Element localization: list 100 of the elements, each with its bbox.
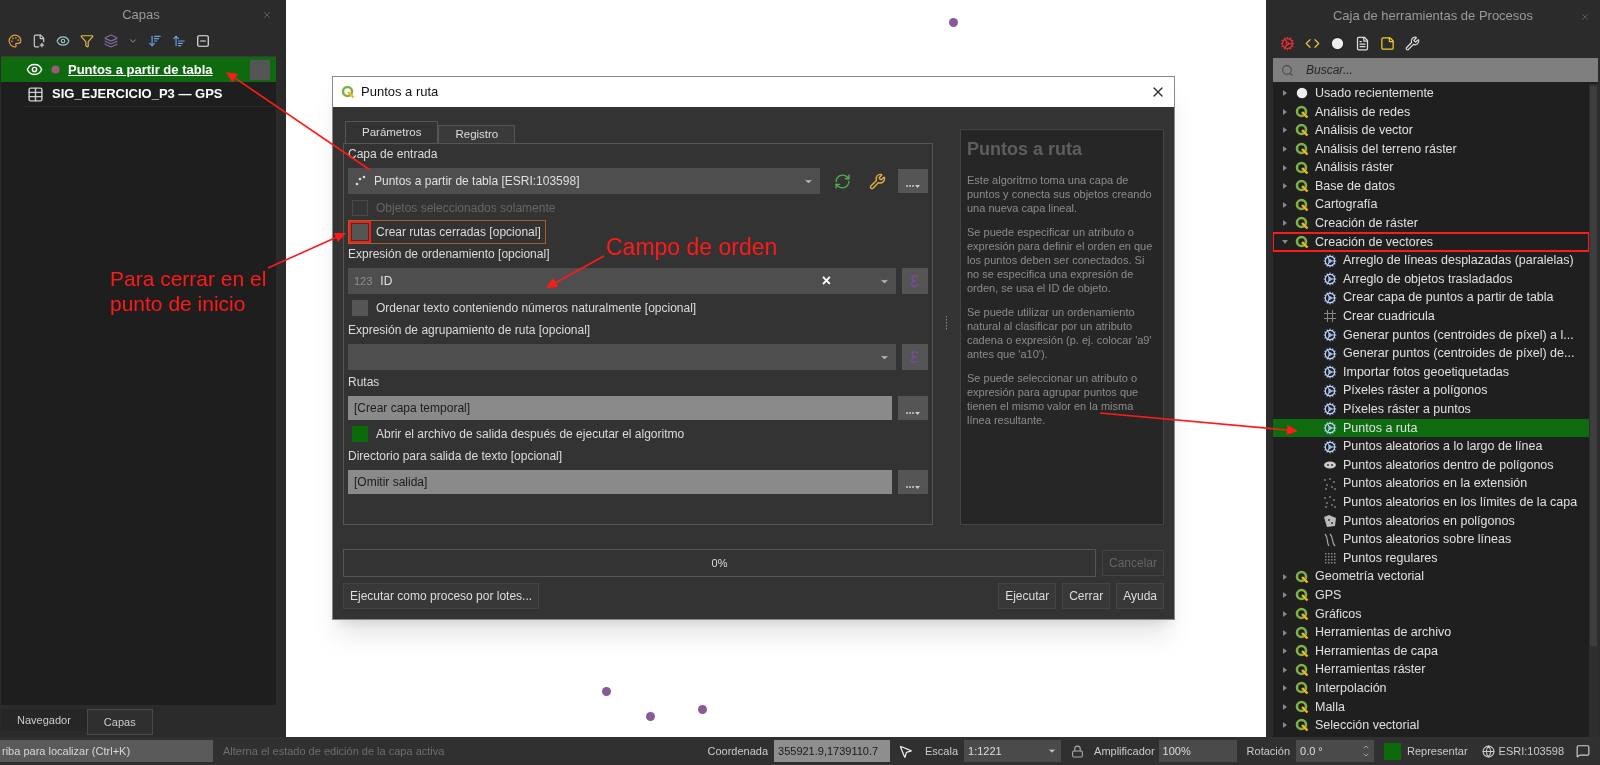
splitter-handle-icon[interactable] — [945, 315, 948, 331]
messages-icon[interactable] — [1576, 744, 1590, 758]
clear-button[interactable]: × — [821, 273, 831, 289]
algorithm-item[interactable]: Arreglo de líneas desplazadas (paralelas) — [1273, 251, 1589, 270]
qgis-logo-icon — [1295, 588, 1309, 603]
tree-item[interactable]: Geometría vectorial — [1273, 567, 1589, 587]
results-icon[interactable] — [1355, 35, 1370, 51]
algorithm-item[interactable]: Puntos aleatorios sobre líneas — [1273, 530, 1589, 549]
panel-tab[interactable]: Navegador — [1, 709, 87, 731]
gear-icon[interactable] — [1280, 35, 1295, 51]
lock-icon[interactable] — [1071, 744, 1085, 758]
tree-item[interactable]: Creación de vectores — [1273, 232, 1589, 252]
crs-label[interactable]: ESRI:103598 — [1498, 742, 1564, 760]
tree-item[interactable]: Malla — [1273, 697, 1589, 717]
edit-icon[interactable] — [1380, 35, 1395, 51]
refresh-icon[interactable] — [834, 172, 851, 190]
algorithm-item[interactable]: Puntos aleatorios a lo largo de línea — [1273, 437, 1589, 456]
algorithm-item[interactable]: Puntos aleatorios en polígonos — [1273, 511, 1589, 531]
tree-item[interactable]: Herramientas de archivo — [1273, 623, 1589, 642]
panel-tab[interactable]: Capas — [86, 709, 153, 735]
algorithm-item[interactable]: Puntos aleatorios en los límites de la capa — [1273, 493, 1589, 512]
algorithm-item[interactable]: Generar puntos (centroides de píxel) a l... — [1273, 325, 1589, 345]
eye-icon[interactable] — [56, 34, 70, 48]
algorithm-item[interactable]: Crear cuadricula — [1273, 307, 1589, 326]
dialog-tab[interactable]: Registro — [438, 125, 516, 143]
layer-item[interactable]: SIG_EJERCICIO_P3 — GPS — [23, 82, 276, 107]
tree-item[interactable]: Usado recientemente — [1273, 84, 1589, 103]
algorithm-item[interactable]: Puntos a ruta — [1273, 418, 1589, 438]
dialog-button[interactable]: Ejecutar — [998, 583, 1057, 609]
qgis-logo-icon — [1295, 625, 1309, 640]
expand-arrow-icon[interactable] — [1281, 572, 1289, 581]
tree-item[interactable]: Gráficos — [1273, 604, 1589, 624]
collapse-all-icon[interactable] — [172, 34, 186, 48]
checkbox[interactable] — [352, 426, 368, 442]
style-icon[interactable] — [8, 34, 22, 48]
algorithm-item[interactable]: Píxeles ráster a puntos — [1273, 400, 1589, 419]
tree-item[interactable]: Análisis de vector — [1273, 121, 1589, 140]
layer-select[interactable]: Puntos a partir de tabla [ESRI:103598] — [348, 168, 820, 194]
algorithm-item[interactable]: Puntos aleatorios en la extensión — [1273, 474, 1589, 494]
render-checkbox[interactable] — [1384, 742, 1401, 760]
expand-arrow-icon[interactable] — [1281, 721, 1289, 730]
scrollbar[interactable] — [1589, 84, 1598, 737]
add-group-icon[interactable] — [32, 34, 46, 48]
remove-layer-icon[interactable] — [196, 34, 210, 48]
locator-field[interactable]: riba para localizar (Ctrl+K) — [0, 740, 213, 762]
search-field[interactable]: Buscar... — [1273, 58, 1598, 82]
expression-field[interactable] — [348, 344, 896, 370]
magnifier-field[interactable]: 100% — [1158, 740, 1237, 762]
tree-item[interactable]: Herramientas ráster — [1273, 660, 1589, 679]
algorithm-item[interactable]: Puntos aleatorios dentro de polígonos — [1273, 455, 1589, 475]
tree-item[interactable]: Base de datos — [1273, 176, 1589, 196]
scale-select[interactable]: 1:1221 — [964, 740, 1062, 762]
gear-icon — [1323, 290, 1337, 305]
tree-item[interactable]: Herramientas de capa — [1273, 641, 1589, 661]
dropdown-icon[interactable] — [128, 36, 138, 46]
tree-item[interactable]: Interpolación — [1273, 679, 1589, 698]
checkbox[interactable] — [352, 300, 368, 316]
expand-all-icon[interactable] — [148, 34, 162, 48]
dialog-button[interactable]: Ayuda — [1116, 583, 1164, 609]
algorithm-item[interactable]: Puntos regulares — [1273, 548, 1589, 568]
pointer-icon[interactable] — [898, 743, 914, 759]
scale-label: Escala — [925, 743, 959, 759]
algorithm-item[interactable]: Arreglo de objetos trasladados — [1273, 269, 1589, 289]
dialog-button[interactable]: Cerrar — [1062, 583, 1111, 609]
tree-item-label: Herramientas de archivo — [1315, 624, 1452, 642]
field-type-hint: 123 — [354, 273, 373, 289]
batch-button[interactable]: Ejecutar como proceso por lotes... — [343, 583, 540, 609]
options-icon[interactable] — [1405, 35, 1420, 51]
gear-icon — [1323, 272, 1337, 287]
expand-arrow-icon[interactable] — [1281, 628, 1289, 637]
globe-icon[interactable] — [1481, 744, 1495, 758]
tree-item[interactable]: Análisis del terreno ráster — [1273, 139, 1589, 159]
filter-icon[interactable] — [80, 34, 94, 48]
tree-item[interactable]: Cartografía — [1273, 195, 1589, 215]
tree-item[interactable]: Análisis de redes — [1273, 102, 1589, 122]
output-field[interactable]: [Crear capa temporal] — [348, 396, 892, 420]
algorithm-item[interactable]: Generar puntos (centroides de píxel) de... — [1273, 344, 1589, 363]
rotation-field[interactable]: 0.0 ° — [1296, 740, 1374, 762]
output-field[interactable]: [Omitir salida] — [348, 470, 892, 494]
algorithm-item[interactable]: Importar fotos geoetiquetadas — [1273, 362, 1589, 382]
expand-arrow-icon[interactable] — [1281, 126, 1289, 135]
expression-field[interactable]: 123 ID × — [348, 268, 896, 294]
tree-item[interactable]: GPS — [1273, 586, 1589, 605]
options-button[interactable] — [898, 396, 928, 420]
options-button[interactable] — [898, 470, 928, 494]
coordinate-field[interactable]: 355921.9,1739110.7 — [774, 740, 891, 762]
dialog-title: Puntos a ruta — [361, 83, 439, 102]
algorithm-item[interactable]: Crear capa de puntos a partir de tabla — [1273, 288, 1589, 308]
options-button[interactable] — [898, 169, 928, 193]
algorithm-item[interactable]: Píxeles ráster a polígonos — [1273, 381, 1589, 401]
layers-icon[interactable] — [104, 34, 118, 48]
dialog-tab[interactable]: Parámetros — [345, 121, 439, 143]
tree-item[interactable]: Selección vectorial — [1273, 716, 1589, 735]
tree-item[interactable]: Análisis ráster — [1273, 158, 1589, 177]
expand-arrow-icon[interactable] — [1281, 219, 1289, 228]
visibility-icon[interactable] — [26, 61, 43, 78]
tree-item[interactable]: Creación de ráster — [1273, 214, 1589, 233]
wrench-icon[interactable] — [869, 172, 886, 190]
dot-grid-icon — [1323, 551, 1337, 566]
layer-item[interactable]: Puntos a partir de tabla — [1, 57, 276, 82]
